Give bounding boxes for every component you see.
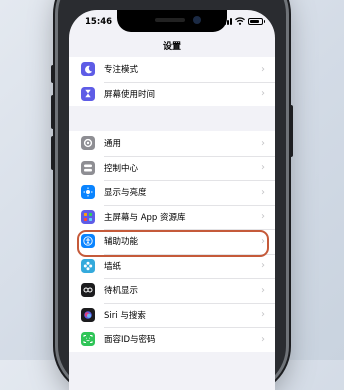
moon-icon xyxy=(81,62,95,77)
wifi-icon xyxy=(235,17,245,25)
chevron-right-icon: › xyxy=(261,186,265,198)
settings-row-wallpaper[interactable]: 墙纸 › xyxy=(69,253,275,279)
mute-switch xyxy=(51,65,55,83)
hourglass-icon xyxy=(81,86,95,101)
sun-icon xyxy=(81,185,95,200)
standby-icon xyxy=(81,283,95,298)
settings-row-label: 控制中心 xyxy=(104,163,139,174)
chevron-right-icon: › xyxy=(261,333,265,345)
settings-row-focus[interactable]: 专注模式 › xyxy=(69,57,275,82)
settings-row-home-screen[interactable]: 主屏幕与 App 资源库 › xyxy=(69,204,275,230)
settings-row-siri[interactable]: Siri 与搜索 › xyxy=(69,302,275,328)
chevron-right-icon: › xyxy=(261,88,265,100)
chevron-right-icon: › xyxy=(261,211,265,223)
settings-row-standby[interactable]: 待机显示 › xyxy=(69,278,275,303)
flower-icon xyxy=(81,258,95,273)
chevron-right-icon: › xyxy=(261,309,265,321)
settings-row-label: Siri 与搜索 xyxy=(104,310,146,321)
siri-icon xyxy=(81,307,95,322)
status-time: 15:46 xyxy=(85,17,113,27)
grid-icon xyxy=(81,209,95,224)
settings-row-screen-time[interactable]: 屏幕使用时间 › xyxy=(69,81,275,107)
settings-row-label: 专注模式 xyxy=(104,65,139,76)
chevron-right-icon: › xyxy=(261,284,265,296)
settings-row-face-id[interactable]: 面容ID与密码 › xyxy=(69,327,275,352)
page-title: 设置 xyxy=(162,42,181,52)
settings-row-label: 显示与亮度 xyxy=(104,188,147,199)
volume-down-button xyxy=(51,136,55,170)
notch xyxy=(117,10,227,32)
chevron-right-icon: › xyxy=(261,63,265,75)
settings-row-display[interactable]: 显示与亮度 › xyxy=(69,180,275,205)
chevron-right-icon: › xyxy=(261,162,265,174)
settings-row-label: 待机显示 xyxy=(104,286,139,297)
accessibility-highlight-box xyxy=(77,230,269,257)
faceid-icon xyxy=(81,332,95,347)
switches-icon xyxy=(81,160,95,175)
settings-row-label: 主屏幕与 App 资源库 xyxy=(104,212,186,223)
settings-row-label: 墙纸 xyxy=(104,261,122,272)
battery-icon xyxy=(248,17,265,25)
settings-row-control-center[interactable]: 控制中心 › xyxy=(69,155,275,181)
front-camera xyxy=(193,16,201,24)
settings-group-focus: 专注模式 › 屏幕使用时间 › xyxy=(69,57,275,106)
volume-up-button xyxy=(51,95,55,129)
settings-row-general[interactable]: 通用 › xyxy=(69,131,275,156)
chevron-right-icon: › xyxy=(261,260,265,272)
status-icons xyxy=(221,17,265,25)
settings-screen: 15:46 设置 专注模式 › 屏幕使用时间 › 通用 › 控制中心 › 显示与… xyxy=(69,10,275,390)
phone-frame: 15:46 设置 专注模式 › 屏幕使用时间 › 通用 › 控制中心 › 显示与… xyxy=(51,0,293,390)
speaker xyxy=(155,18,185,22)
settings-row-label: 面容ID与密码 xyxy=(104,335,156,346)
settings-row-label: 通用 xyxy=(104,139,122,150)
settings-row-label: 屏幕使用时间 xyxy=(104,89,156,100)
side-button xyxy=(289,105,293,157)
gear-icon xyxy=(81,136,95,151)
chevron-right-icon: › xyxy=(261,137,265,149)
